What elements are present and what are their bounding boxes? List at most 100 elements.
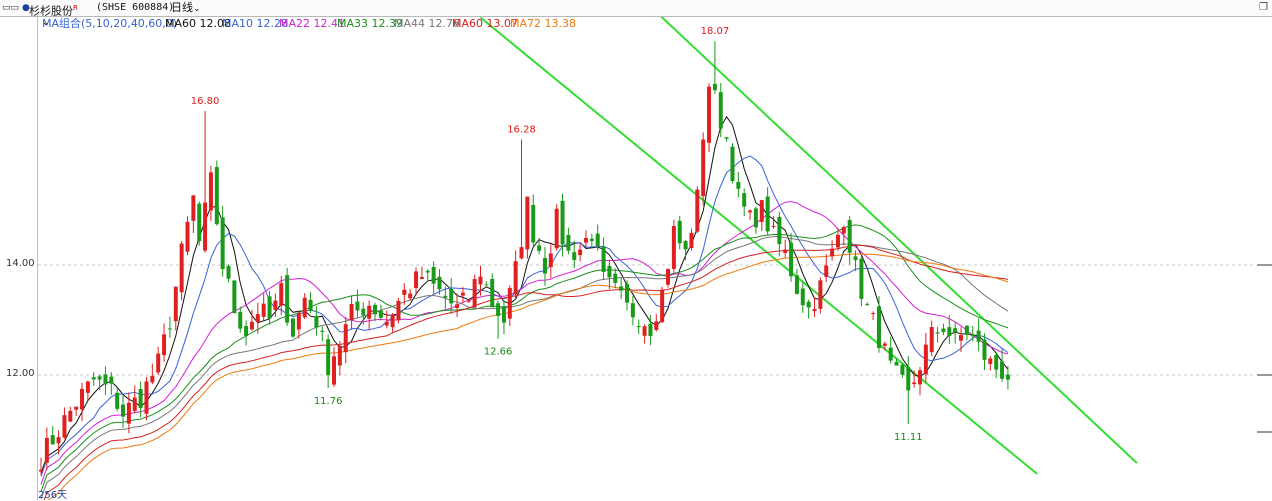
candle-body [748,210,753,213]
candle-body [912,382,917,385]
candle-body [771,225,776,227]
candle-body [332,356,336,385]
grip-icon[interactable]: ▭▭ [2,0,20,16]
candle-body [390,314,395,328]
candle-body [273,300,278,310]
candle-body [812,309,817,312]
candle-body [759,200,764,222]
candle-body [900,364,905,375]
candle-body [824,265,829,277]
legend-ma72: MA72 13.38 [510,17,576,30]
candle-body [378,310,383,318]
ma-line-ma10 [40,155,1009,477]
candlestick-chart: 16.80 11.76 12.66 16.28 18.07 11.11 [38,0,1272,500]
candle-body [138,389,143,409]
candle-body [466,300,471,302]
candle-body [906,367,911,391]
candle-body [220,217,225,270]
candle-body [167,328,172,330]
candle-body [373,304,378,315]
price-annotation: 12.66 [484,347,513,358]
candle-body [44,437,49,463]
candle-body [267,296,272,319]
candle-body [613,273,618,283]
candle-body [601,246,606,272]
candle-body [566,234,571,251]
legend-ma44: MA44 12.76 [394,17,460,30]
candle-body [531,204,536,243]
candle-body [425,270,430,273]
candle-body [753,208,758,228]
y-tick-label: 14.00 [6,258,35,269]
period-selector[interactable]: 日线⌄ [171,0,201,16]
stock-code: (SHSE 600884) [96,2,175,13]
candle-body [261,303,266,317]
candle-body [660,289,665,323]
candle-body [589,238,594,241]
candle-body [460,292,465,296]
candle-body [835,234,840,248]
candle-body [349,303,354,321]
candle-body [91,377,96,380]
candle-body [888,347,893,361]
candle-body [396,300,401,321]
ma-group-label: MA组合(5,10,20,40,60,0) [42,17,178,30]
candle-body [226,265,231,279]
candle-body [80,388,85,410]
candle-body [326,339,331,376]
candle-body [144,381,149,414]
candle-body [478,276,483,285]
candle-body [783,249,788,254]
candle-body [642,326,647,336]
candle-body [337,345,342,366]
candle-body [765,196,770,232]
candle-body [185,221,190,252]
candle-body [85,381,90,393]
candle-body [607,265,612,278]
moving-average-lines [40,115,1009,500]
candle-body [162,334,167,356]
candle-body [50,435,55,445]
candle-body [121,404,126,417]
candle-body [232,280,237,314]
candle-body [830,248,835,257]
price-annotation: 11.76 [314,396,343,407]
candle-body [548,253,553,268]
candle-body [56,437,61,444]
candle-body [730,146,735,182]
stock-name[interactable]: 杉杉股份R [29,0,78,16]
candle-body [583,237,588,243]
candle-body [542,258,547,274]
candle-body [654,321,659,330]
candle-body [935,332,940,334]
candle-body [794,275,799,294]
candle-body [290,318,295,337]
candle-body [718,92,723,129]
candle-body [285,275,290,323]
window-restore-icon[interactable]: ❐ [1259,0,1268,16]
candle-body [988,358,993,364]
candle-body [554,208,559,249]
candle-body [173,286,178,322]
candle-body [742,193,747,207]
candle-body [255,314,260,323]
legend-ma60-red: MA60 13.07 [452,17,518,30]
candle-body [800,288,805,306]
candle-body [519,247,524,259]
candle-body [619,286,624,291]
candle-body [355,301,360,311]
candle-body [449,288,454,304]
candle-body [302,297,307,318]
candle-body [736,181,741,189]
candle-body [384,321,389,326]
candle-body [882,343,887,346]
candle-body [947,327,952,337]
candle-body [595,233,600,247]
candle-body [74,406,79,410]
candle-body [572,252,577,261]
candle-body [941,328,946,333]
candle-body [126,402,131,424]
candle-body [244,326,249,337]
trend-channel [479,0,1138,475]
candle-body [683,241,688,250]
